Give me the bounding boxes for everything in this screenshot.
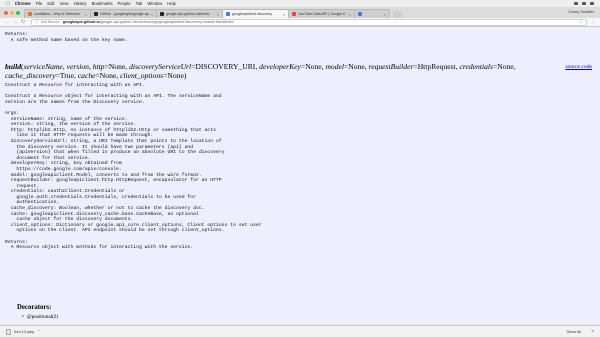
battery-icon[interactable] [582, 1, 586, 6]
menu-history[interactable]: History [74, 1, 87, 6]
zoom-window-icon[interactable] [16, 10, 20, 15]
docstring-body: Construct a Resource for interacting wit… [5, 83, 262, 251]
google-favicon-icon [358, 12, 362, 16]
bullet-icon: • [22, 314, 24, 320]
menu-people[interactable]: People [118, 1, 131, 6]
close-tab-icon[interactable]: × [151, 12, 153, 17]
param-model: model [325, 62, 344, 71]
tab-github[interactable]: GitHub - googleapis/google-ap × [90, 9, 157, 18]
downloads-shelf: Kev-13.ipbp ⌃ Show All × [0, 325, 600, 337]
tab-google[interactable]: × [354, 9, 390, 18]
status-area [574, 1, 594, 6]
function-signature: build(serviceName, version, http=None, d… [5, 62, 516, 80]
menu-chrome[interactable]: Chrome [15, 1, 31, 6]
param-request-builder: requestBuilder [368, 62, 414, 71]
tab-title: YouTube Data API | Google D [298, 12, 346, 16]
stackoverflow-favicon-icon [28, 12, 32, 16]
url-path: /google-api-python-client/docs/epy/googl… [99, 20, 234, 24]
tab-title: GitHub - googleapis/google-ap [100, 12, 149, 16]
close-tab-icon[interactable]: × [283, 12, 285, 17]
default-client-options: None [167, 70, 184, 80]
tab-github-docs[interactable]: google-api-python-client/do × [156, 9, 223, 18]
close-tab-icon[interactable]: × [217, 12, 219, 17]
download-file-name[interactable]: Kev-13.ipbp [14, 330, 34, 334]
show-all-downloads-link[interactable]: Show All [567, 330, 582, 334]
address-bar[interactable]: ⓘ Not Secure googleapis.github.io /googl… [31, 18, 587, 26]
decorator-name: @positional(2) [26, 314, 59, 320]
profile-name[interactable]: Corey Schafer [568, 9, 594, 14]
decorators-heading: Decorators: [17, 304, 52, 311]
default-request-builder: HttpRequest [417, 62, 456, 71]
reload-icon[interactable]: ↻ [20, 19, 26, 25]
param-credentials: credentials [459, 62, 493, 71]
wifi-icon[interactable] [574, 1, 578, 6]
url-host: googleapis.github.io [62, 20, 100, 24]
menu-file[interactable]: File [36, 1, 43, 6]
page-favicon-icon [226, 12, 230, 16]
close-window-icon[interactable] [4, 10, 8, 15]
apple-icon[interactable]:  [6, 1, 10, 7]
close-tab-icon[interactable]: × [349, 12, 351, 17]
param-cache: cache [77, 70, 96, 80]
menu-help[interactable]: Help [167, 1, 176, 6]
info-icon[interactable]: ⓘ [35, 20, 39, 25]
chevron-up-icon[interactable]: ⌃ [37, 329, 40, 334]
close-icon[interactable]: × [591, 329, 594, 335]
github-favicon-icon [160, 12, 164, 16]
menu-edit[interactable]: Edit [47, 1, 54, 6]
default-cache: None [99, 70, 117, 80]
returns-block: Returns: A safe method name based on the… [5, 32, 128, 43]
menu-window[interactable]: Window [147, 1, 162, 6]
tab-stackoverflow[interactable]: conditions - Why is Selenium × [24, 9, 91, 18]
param-client-options: client_options [120, 70, 164, 80]
close-tab-icon[interactable]: × [384, 12, 386, 17]
decorator-item: • @positional(2) [22, 314, 58, 320]
browser-toolbar: ← → ↻ ⓘ Not Secure googleapis.github.io … [0, 18, 600, 27]
tab-youtube-api[interactable]: YouTube Data API | Google D × [288, 9, 355, 18]
minimize-window-icon[interactable] [10, 10, 14, 15]
default-cache-discovery: True [59, 70, 74, 80]
macos-menu-bar:  Chrome File Edit View History Bookmark… [0, 0, 600, 7]
tab-title: conditions - Why is Selenium [34, 12, 81, 16]
file-icon [6, 328, 11, 335]
menu-view[interactable]: View [60, 1, 69, 6]
tab-strip: conditions - Why is Selenium × GitHub - … [0, 7, 600, 18]
youtube-favicon-icon [292, 12, 296, 16]
github-favicon-icon [94, 12, 98, 16]
search-icon[interactable] [590, 1, 594, 6]
docs-page: Returns: A safe method name based on the… [0, 27, 600, 325]
default-developer-key: None [305, 62, 322, 71]
menu-bookmarks[interactable]: Bookmarks [92, 1, 113, 6]
tab-discovery-docs[interactable]: googleapiclient.discovery × [222, 9, 289, 18]
param-developer-key: developerKey [259, 62, 301, 71]
browser-menu-icon[interactable]: ⋮ [590, 19, 596, 25]
tab-title: google-api-python-client/do [166, 12, 210, 16]
security-label: Not Secure [40, 20, 60, 24]
source-code-link[interactable]: source code [565, 64, 592, 70]
tab-title: googleapiclient.discovery [232, 12, 273, 16]
back-arrow-icon[interactable]: ← [4, 19, 10, 25]
bookmark-star-icon[interactable]: ☆ [579, 19, 583, 25]
new-tab-button[interactable] [393, 11, 402, 18]
default-discovery-service-url: DISCOVERY_URI [195, 62, 256, 71]
menu-tab[interactable]: Tab [136, 1, 143, 6]
close-tab-icon[interactable]: × [85, 12, 87, 17]
forward-arrow-icon[interactable]: → [12, 19, 18, 25]
param-cache-discovery: cache_discovery [5, 70, 56, 80]
window-controls [4, 10, 20, 15]
default-credentials: None [497, 62, 514, 71]
default-model: None [348, 62, 365, 71]
